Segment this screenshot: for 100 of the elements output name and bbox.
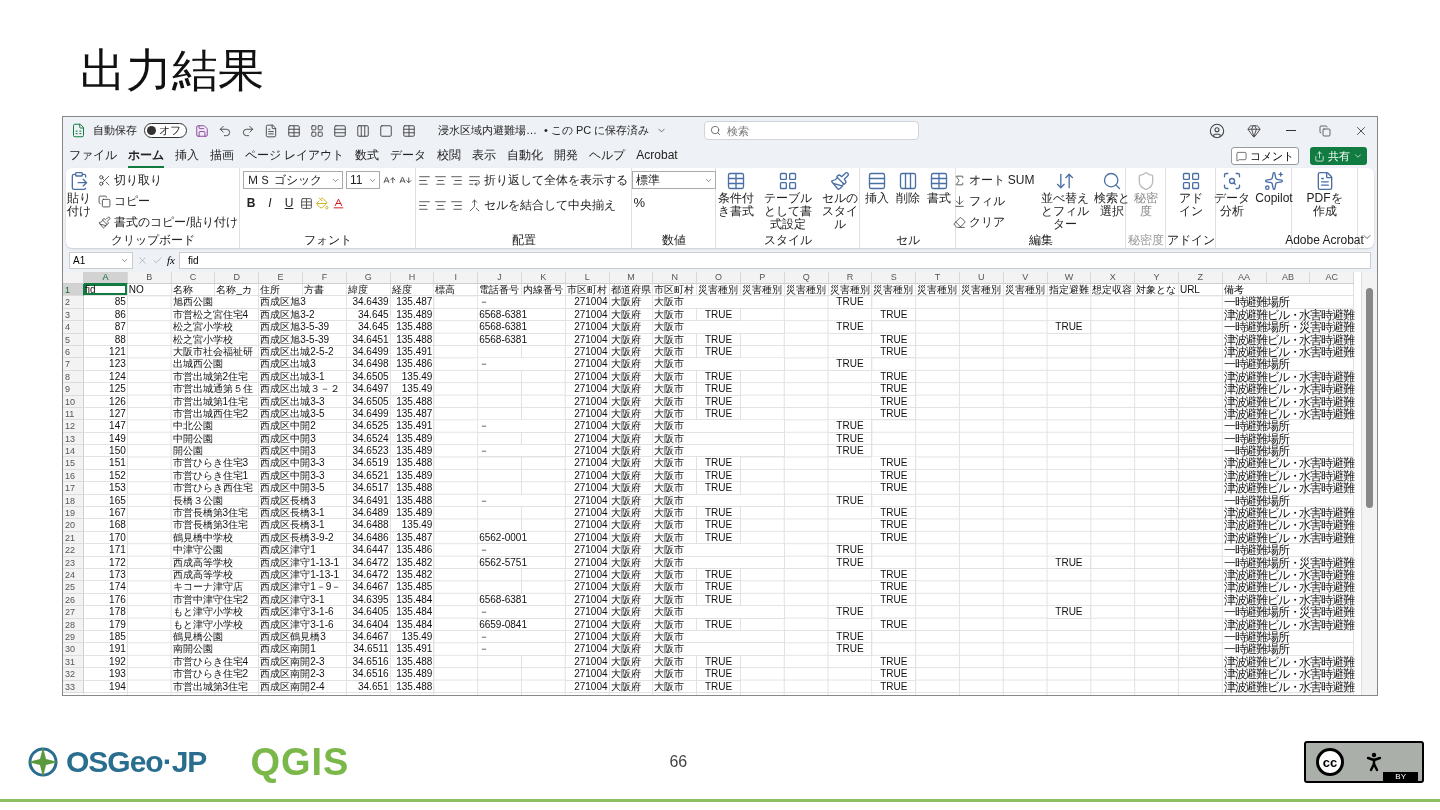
create-pdf-button[interactable]: PDFを作成: [1304, 171, 1345, 218]
autosave-toggle[interactable]: オフ: [144, 123, 187, 138]
row-header[interactable]: 32: [63, 668, 84, 681]
ribbon-tab[interactable]: Acrobat: [636, 146, 678, 166]
function-label[interactable]: fx: [167, 254, 175, 266]
row-header[interactable]: 22: [63, 544, 84, 557]
row-header[interactable]: 2: [63, 296, 84, 309]
format-table-button[interactable]: テーブルとして書式設定: [761, 171, 814, 231]
delete-button[interactable]: 削除: [893, 171, 922, 205]
ribbon-tab[interactable]: 表示: [472, 144, 497, 168]
cell-styles-button[interactable]: セルのスタイル: [816, 171, 863, 231]
premium-button[interactable]: [1246, 122, 1262, 139]
font-size-select[interactable]: 11: [346, 171, 380, 189]
column-header[interactable]: V: [1003, 272, 1048, 284]
toolbar-button[interactable]: [263, 122, 279, 139]
column-header[interactable]: Q: [784, 272, 829, 284]
comment-button[interactable]: コメント: [1231, 147, 1299, 165]
row-header[interactable]: 1: [63, 284, 84, 297]
find-select-button[interactable]: 検索と選択: [1092, 171, 1131, 218]
column-header[interactable]: J: [478, 272, 522, 284]
column-header[interactable]: E: [259, 272, 303, 284]
toolbar-button[interactable]: [355, 122, 371, 139]
row-header[interactable]: 17: [63, 482, 84, 495]
column-header[interactable]: AC: [1310, 272, 1355, 284]
analyze-data-button[interactable]: データ分析: [1213, 171, 1251, 218]
column-header[interactable]: G: [346, 272, 391, 284]
name-box[interactable]: A1: [69, 251, 133, 269]
ribbon-tab[interactable]: ページ レイアウト: [245, 144, 345, 168]
copilot-button[interactable]: Copilot: [1254, 171, 1294, 205]
column-header[interactable]: W: [1047, 272, 1092, 284]
ribbon-tab[interactable]: 描画: [210, 144, 234, 168]
save-status[interactable]: • この PC に保存済み: [544, 123, 650, 138]
column-header[interactable]: U: [959, 272, 1004, 284]
row-header[interactable]: 14: [63, 445, 84, 458]
format-button[interactable]: U: [281, 195, 297, 211]
row-header[interactable]: 12: [63, 420, 84, 433]
column-header[interactable]: I: [434, 272, 479, 284]
percent-button[interactable]: %: [631, 194, 648, 211]
ribbon-tab[interactable]: 校閲: [437, 144, 462, 168]
column-header[interactable]: P: [740, 272, 785, 284]
column-header[interactable]: AA: [1222, 272, 1267, 284]
toolbar-button[interactable]: [286, 122, 302, 139]
column-header[interactable]: T: [916, 272, 960, 284]
ribbon-tab[interactable]: 開発: [554, 144, 579, 168]
column-header[interactable]: L: [565, 272, 610, 284]
ribbon-tab[interactable]: 挿入: [175, 144, 199, 168]
column-header[interactable]: O: [697, 272, 741, 284]
column-header[interactable]: D: [215, 272, 260, 284]
column-header[interactable]: R: [828, 272, 873, 284]
paste-button[interactable]: 貼り付け: [65, 171, 94, 218]
column-header[interactable]: X: [1091, 272, 1136, 284]
format-button[interactable]: I: [262, 195, 278, 211]
column-header[interactable]: F: [303, 272, 347, 284]
fill-button[interactable]: フィル: [950, 192, 1037, 211]
clear-button[interactable]: クリア: [950, 213, 1037, 232]
cut-button[interactable]: 切り取り: [96, 171, 240, 190]
save-button[interactable]: [194, 122, 210, 139]
wrap-text-button[interactable]: 折り返して全体を表示する: [465, 171, 630, 190]
formula-field[interactable]: fid: [178, 251, 1371, 269]
row-header[interactable]: 19: [63, 507, 84, 520]
row-header[interactable]: 25: [63, 581, 84, 594]
share-button[interactable]: 共有: [1310, 147, 1367, 165]
column-header[interactable]: H: [390, 272, 435, 284]
format-painter-button[interactable]: 書式のコピー/貼り付け: [96, 213, 240, 232]
column-header[interactable]: N: [653, 272, 698, 284]
search-field[interactable]: 検索: [704, 121, 920, 140]
row-header[interactable]: 30: [63, 643, 84, 656]
row-header[interactable]: 9: [63, 383, 84, 396]
format-button[interactable]: B: [243, 195, 259, 211]
row-header[interactable]: 7: [63, 358, 84, 371]
ribbon-tab[interactable]: ヘルプ: [589, 144, 626, 168]
column-header[interactable]: Y: [1135, 272, 1179, 284]
column-header[interactable]: A: [84, 272, 128, 284]
toolbar-button[interactable]: [332, 122, 348, 139]
number-format-select[interactable]: 標準: [631, 171, 716, 189]
column-header[interactable]: M: [609, 272, 654, 284]
merge-center-button[interactable]: セルを結合して中央揃え: [465, 196, 618, 215]
ribbon-tab[interactable]: 自動化: [507, 144, 544, 168]
font-select[interactable]: ＭＳ ゴシック: [243, 171, 343, 189]
row-header[interactable]: 4: [63, 321, 84, 334]
toolbar-button[interactable]: [401, 122, 417, 139]
row-header[interactable]: 15: [63, 457, 84, 470]
sort-filter-button[interactable]: 並べ替えとフィルター: [1039, 171, 1090, 231]
insert-button[interactable]: 挿入: [862, 171, 891, 205]
column-header[interactable]: AB: [1266, 272, 1311, 284]
row-header[interactable]: 27: [63, 606, 84, 619]
toolbar-button[interactable]: [309, 122, 325, 139]
row-header[interactable]: 20: [63, 519, 84, 532]
restore-button[interactable]: [1318, 123, 1332, 138]
column-header[interactable]: B: [127, 272, 172, 284]
toolbar-button[interactable]: [378, 122, 394, 139]
column-header[interactable]: C: [171, 272, 216, 284]
autosum-button[interactable]: オート SUM: [950, 171, 1037, 190]
copy-button[interactable]: コピー: [96, 192, 240, 211]
format-button[interactable]: 書式: [924, 171, 953, 205]
column-header[interactable]: K: [521, 272, 566, 284]
column-header[interactable]: Z: [1178, 272, 1223, 284]
ribbon-tab[interactable]: データ: [390, 144, 427, 168]
column-header[interactable]: S: [872, 272, 917, 284]
scrollbar[interactable]: [1361, 272, 1377, 695]
